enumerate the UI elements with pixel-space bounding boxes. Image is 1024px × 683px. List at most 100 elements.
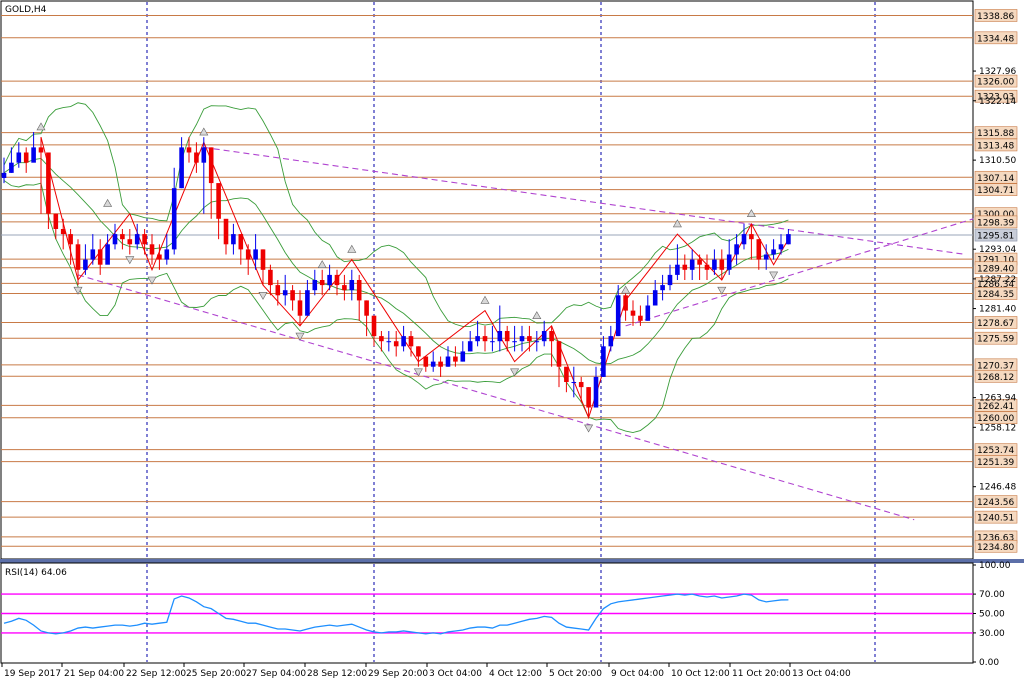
- rsi-tick-label-0: 100.00: [979, 561, 1011, 571]
- candle-body: [749, 234, 754, 240]
- x-tick-label-12: 11 Oct 20:00: [732, 669, 791, 679]
- candle-body: [697, 259, 702, 265]
- candle-body: [290, 290, 295, 301]
- candle-body: [268, 269, 273, 286]
- candle-body: [549, 331, 554, 342]
- y-tick-label-4: 1287.22: [979, 275, 1016, 285]
- candle-body: [667, 274, 673, 286]
- x-tick-label-13: 13 Oct 04:00: [792, 669, 851, 679]
- candle-body: [482, 336, 488, 342]
- candle-body: [90, 249, 96, 260]
- rsi-tick-label-1: 70.00: [979, 590, 1005, 600]
- candle-body: [186, 147, 192, 153]
- candle-body: [157, 254, 162, 260]
- level-label-25: 1234.80: [977, 543, 1014, 553]
- rsi-tick-label-2: 50.00: [979, 610, 1005, 620]
- x-tick-label-1: 21 Sep 04:00: [64, 669, 124, 679]
- candle-body: [1, 172, 7, 178]
- rsi-value: 64.06: [41, 568, 67, 578]
- candle-body: [327, 274, 332, 286]
- candle-body: [682, 264, 688, 270]
- candle-body: [297, 300, 303, 316]
- y-tick-label-1: 1322.14: [979, 97, 1016, 107]
- candle-body: [393, 341, 399, 347]
- candle-body: [342, 285, 347, 291]
- candle-body: [9, 162, 14, 173]
- x-tick-label-5: 28 Sep 12:00: [307, 669, 367, 679]
- panel-separator: [0, 559, 1024, 563]
- candle-body: [423, 356, 429, 367]
- candle-body: [60, 228, 66, 235]
- candle-body: [675, 264, 680, 275]
- candle-body: [379, 336, 384, 342]
- candle-body: [179, 147, 184, 189]
- candle-body: [68, 234, 73, 245]
- candle-body: [689, 259, 695, 270]
- level-label-14: 1278.67: [977, 319, 1014, 329]
- candle-body: [475, 336, 480, 342]
- candle-body: [660, 285, 665, 291]
- candle-body: [83, 259, 88, 270]
- candle-body: [356, 280, 362, 301]
- candle-body: [245, 249, 251, 260]
- candle-body: [305, 290, 310, 316]
- level-label-2: 1326.00: [977, 78, 1014, 88]
- x-tick-label-8: 4 Oct 12:00: [489, 669, 542, 679]
- price-axis: 1338.861334.481326.001323.031315.881313.…: [973, 9, 1018, 553]
- candle-body: [120, 234, 125, 240]
- candle-body: [504, 331, 510, 342]
- time-axis: 19 Sep 2017 21 Sep 04:00 22 Sep 12:00 25 Se…: [1, 663, 851, 679]
- candle-body: [112, 234, 118, 245]
- candle-body: [46, 152, 51, 214]
- level-label-20: 1253.74: [977, 446, 1014, 456]
- candle-body: [556, 341, 562, 367]
- y-tick-label-7: 1258.12: [979, 423, 1016, 433]
- candle-body: [719, 259, 725, 270]
- candle-body: [371, 315, 377, 337]
- candle-body: [194, 152, 199, 163]
- candle-body: [741, 234, 747, 245]
- candle-body: [712, 259, 717, 270]
- candle-body: [534, 341, 540, 343]
- level-label-1: 1334.48: [977, 34, 1014, 44]
- x-tick-label-6: 29 Sep 20:00: [368, 669, 428, 679]
- candle-body: [282, 290, 288, 296]
- level-label-23: 1240.51: [977, 514, 1014, 524]
- candle-body: [349, 280, 355, 291]
- candle-body: [75, 244, 81, 270]
- candle-body: [238, 234, 244, 250]
- level-label-16: 1270.37: [977, 361, 1014, 371]
- x-tick-label-2: 22 Sep 12:00: [126, 669, 186, 679]
- candle-body: [208, 147, 214, 184]
- candle-body: [497, 331, 503, 342]
- rsi-tick-label-3: 30.00: [979, 629, 1005, 639]
- level-label-17: 1268.12: [977, 373, 1014, 383]
- candle-body: [127, 239, 133, 245]
- candle-body: [564, 366, 569, 383]
- candle-body: [319, 280, 325, 286]
- candle-body: [386, 341, 392, 343]
- level-label-4: 1315.88: [977, 129, 1014, 139]
- candle-body: [142, 234, 147, 245]
- candle-body: [512, 341, 517, 343]
- x-tick-label-7: 3 Oct 04:00: [429, 669, 482, 679]
- candle-body: [364, 300, 369, 316]
- x-tick-label-10: 9 Oct 04:00: [611, 669, 664, 679]
- candle-body: [31, 147, 36, 163]
- y-tick-label-3: 1293.04: [979, 245, 1016, 255]
- candle-body: [216, 183, 221, 219]
- candle-body: [527, 336, 532, 342]
- chart-canvas: 1338.861334.481326.001323.031315.881313.…: [0, 0, 1024, 679]
- candle-body: [541, 331, 547, 342]
- candle-body: [334, 274, 340, 286]
- current-price-label: 1295.81: [977, 232, 1014, 242]
- candle-body: [134, 234, 140, 245]
- candle-body: [23, 152, 29, 163]
- candle-body: [201, 147, 207, 163]
- rsi-title: RSI(14) 64.06: [5, 568, 67, 578]
- candle-body: [164, 249, 170, 260]
- candle-body: [704, 264, 710, 270]
- candle-body: [571, 382, 577, 384]
- level-label-6: 1307.14: [977, 174, 1014, 184]
- level-label-11: 1289.40: [977, 264, 1014, 274]
